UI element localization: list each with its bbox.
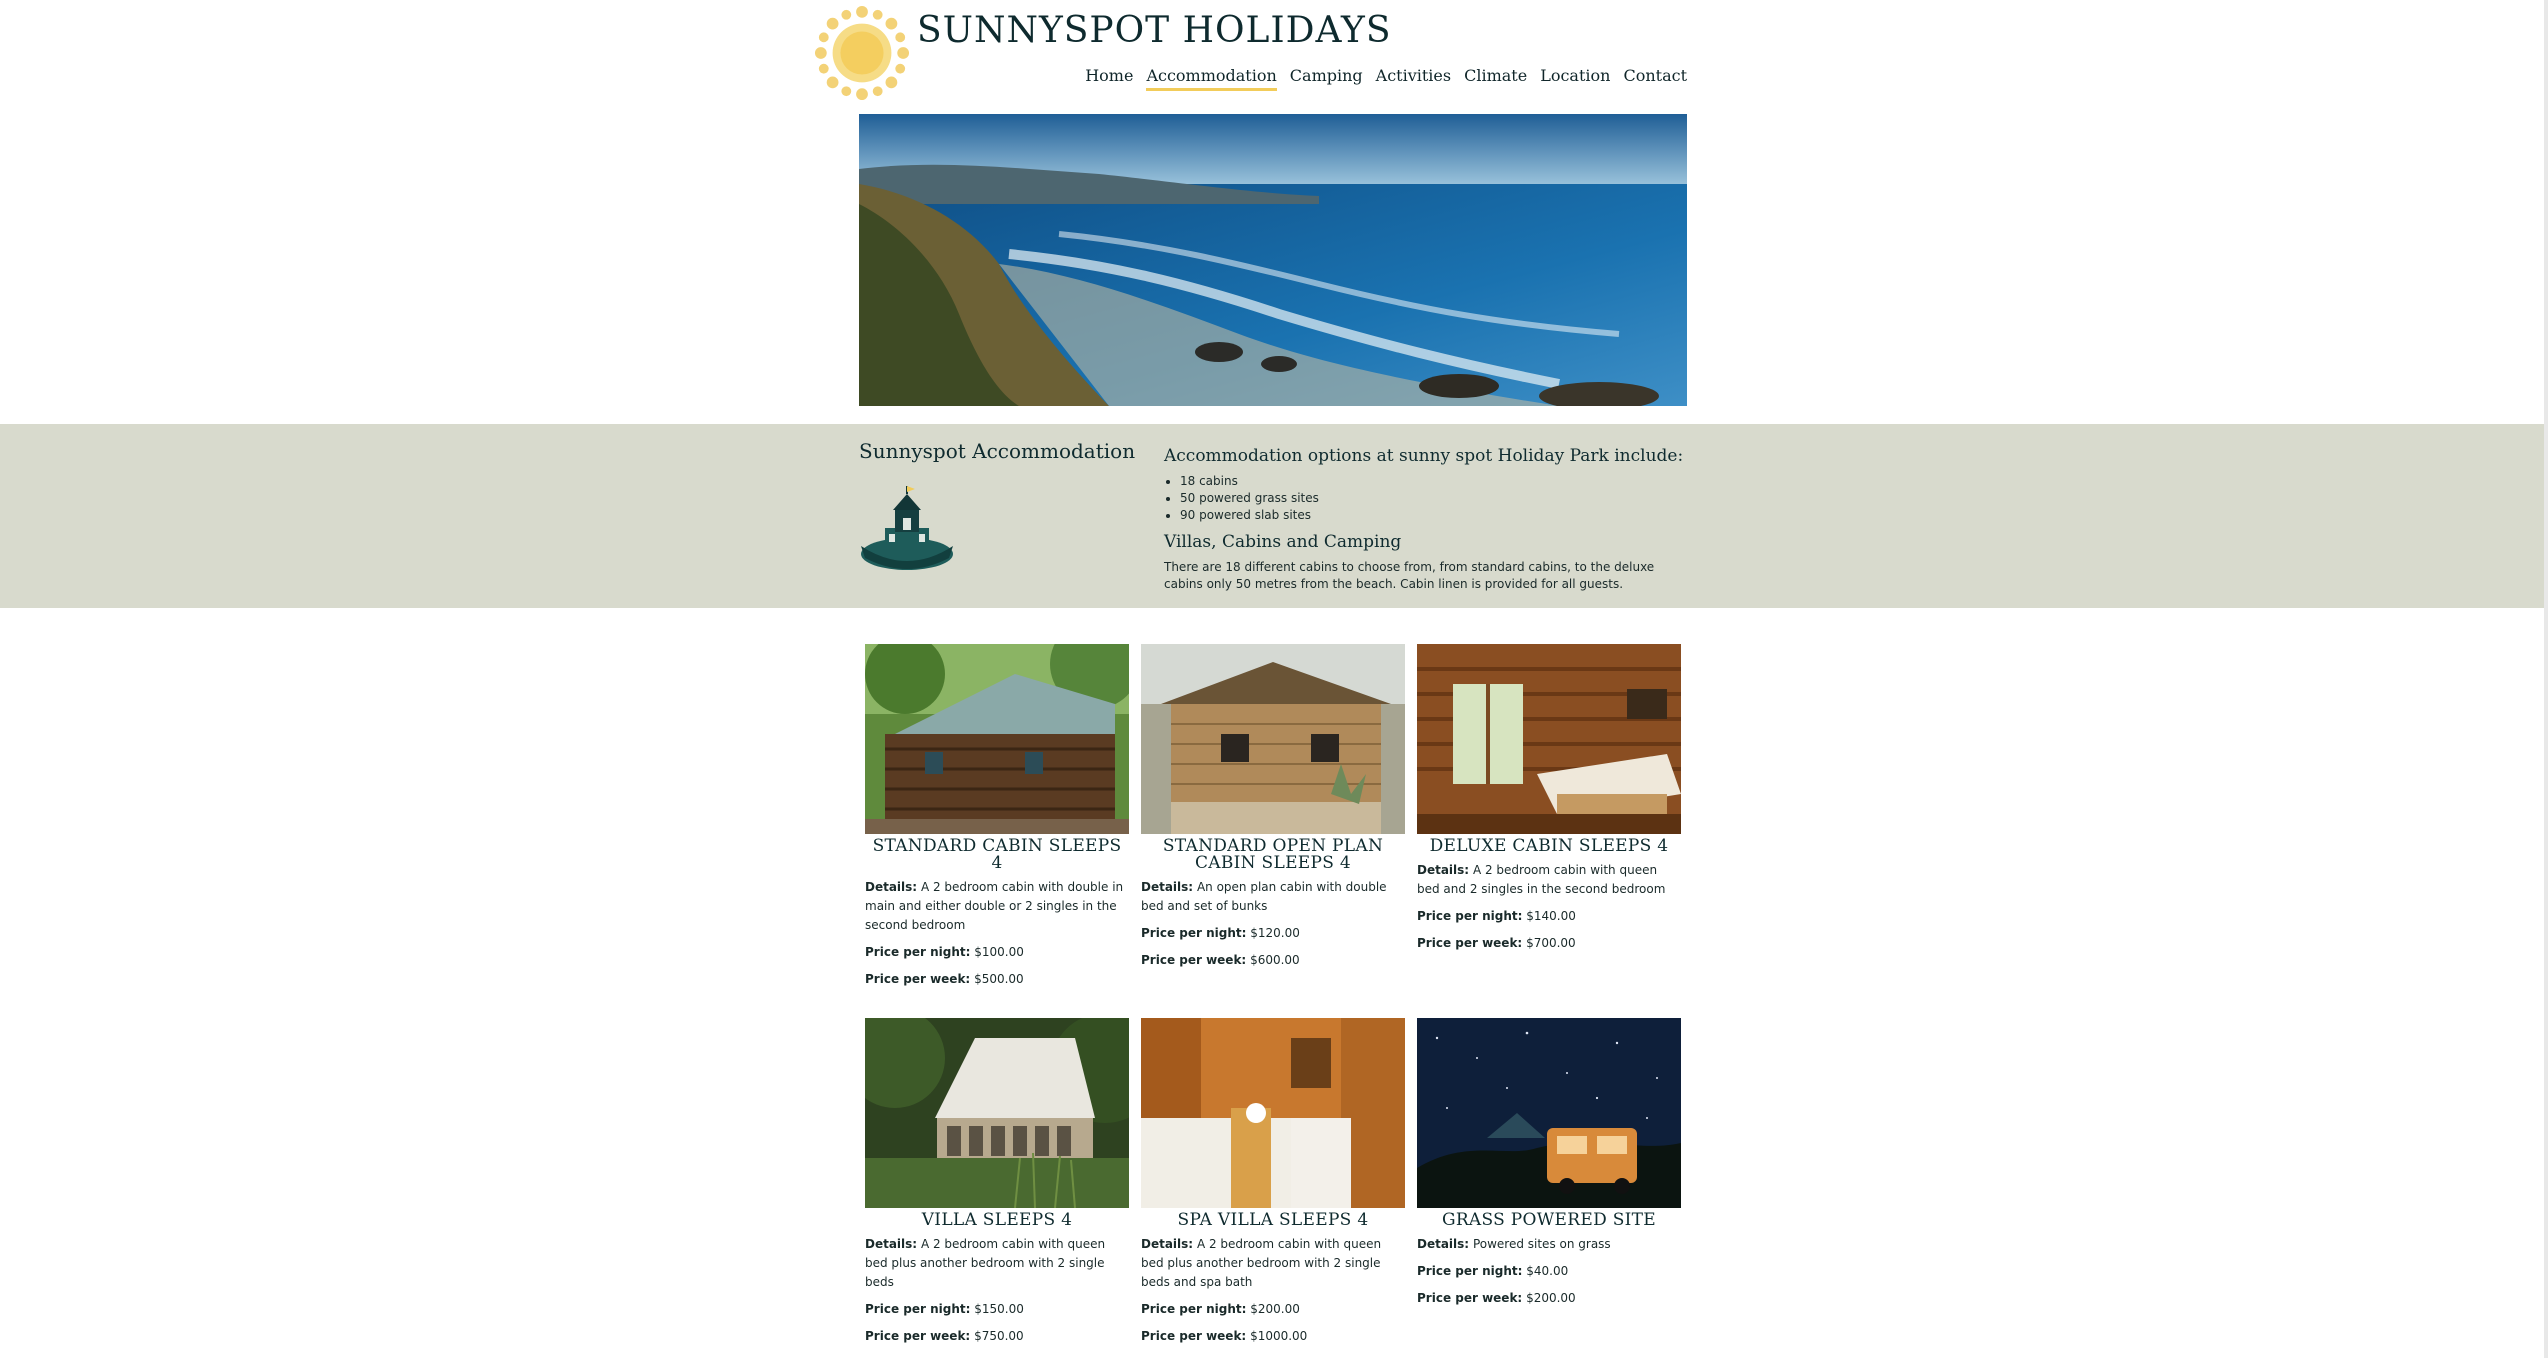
villa-photo[interactable] bbox=[865, 1018, 1129, 1208]
accommodation-card: STANDARD CABIN SLEEPS 4 Details: A 2 bed… bbox=[865, 644, 1129, 997]
options-list-item: 90 powered slab sites bbox=[1180, 507, 1684, 524]
nav-climate[interactable]: Climate bbox=[1464, 66, 1527, 91]
card-price-week: Price per week: $750.00 bbox=[865, 1329, 1024, 1343]
card-details: Details: A 2 bedroom cabin with queen be… bbox=[1141, 1237, 1382, 1289]
spa-villa-photo[interactable] bbox=[1141, 1018, 1405, 1208]
hero-coastline-image bbox=[859, 114, 1687, 406]
card-details: Details: A 2 bedroom cabin with queen be… bbox=[1417, 863, 1666, 896]
open-plan-cabin-photo[interactable] bbox=[1141, 644, 1405, 834]
card-details: Details: A 2 bedroom cabin with double i… bbox=[865, 880, 1124, 932]
options-list: 18 cabins 50 powered grass sites 90 powe… bbox=[1164, 473, 1684, 524]
card-price-night: Price per night: $140.00 bbox=[1417, 909, 1576, 923]
site-title[interactable]: SUNNYSPOT HOLIDAYS bbox=[917, 10, 1392, 51]
card-price-week: Price per week: $600.00 bbox=[1141, 953, 1300, 967]
options-heading: Accommodation options at sunny spot Holi… bbox=[1164, 446, 1684, 466]
accommodation-card: GRASS POWERED SITE Details: Powered site… bbox=[1417, 1018, 1681, 1316]
card-details: Details: Powered sites on grass bbox=[1417, 1237, 1611, 1251]
nav-contact[interactable]: Contact bbox=[1623, 66, 1687, 91]
accommodation-card: SPA VILLA SLEEPS 4 Details: A 2 bedroom … bbox=[1141, 1018, 1405, 1354]
accommodation-card: DELUXE CABIN SLEEPS 4 Details: A 2 bedro… bbox=[1417, 644, 1681, 961]
nav-accommodation[interactable]: Accommodation bbox=[1146, 66, 1277, 91]
card-price-night: Price per night: $200.00 bbox=[1141, 1302, 1300, 1316]
standard-cabin-photo[interactable] bbox=[865, 644, 1129, 834]
card-title: DELUXE CABIN SLEEPS 4 bbox=[1429, 836, 1669, 856]
nav-location[interactable]: Location bbox=[1540, 66, 1610, 91]
grass-powered-site-photo[interactable] bbox=[1417, 1018, 1681, 1208]
deluxe-cabin-photo[interactable] bbox=[1417, 644, 1681, 834]
card-details: Details: A 2 bedroom cabin with queen be… bbox=[865, 1237, 1106, 1289]
accommodation-card: STANDARD OPEN PLAN CABIN SLEEPS 4 Detail… bbox=[1141, 644, 1405, 978]
card-title: GRASS POWERED SITE bbox=[1441, 1210, 1657, 1230]
nav-activities[interactable]: Activities bbox=[1376, 66, 1451, 91]
card-title: STANDARD OPEN PLAN CABIN SLEEPS 4 bbox=[1162, 836, 1384, 873]
options-list-item: 50 powered grass sites bbox=[1180, 490, 1684, 507]
card-title: STANDARD CABIN SLEEPS 4 bbox=[872, 836, 1122, 873]
main-nav: Home Accommodation Camping Activities Cl… bbox=[1085, 66, 1687, 91]
intro-band: Sunnyspot Accommodation Accommodation op… bbox=[0, 424, 2544, 608]
card-price-week: Price per week: $1000.00 bbox=[1141, 1329, 1308, 1343]
intro-title: Sunnyspot Accommodation bbox=[859, 439, 1136, 463]
villas-heading: Villas, Cabins and Camping bbox=[1164, 532, 1402, 552]
sun-logo-icon[interactable] bbox=[813, 4, 911, 102]
card-price-night: Price per night: $150.00 bbox=[865, 1302, 1024, 1316]
card-price-night: Price per night: $40.00 bbox=[1417, 1264, 1569, 1278]
card-price-night: Price per night: $100.00 bbox=[865, 945, 1024, 959]
nav-camping[interactable]: Camping bbox=[1290, 66, 1363, 91]
nav-home[interactable]: Home bbox=[1085, 66, 1133, 91]
card-title: VILLA SLEEPS 4 bbox=[921, 1210, 1073, 1230]
card-price-week: Price per week: $200.00 bbox=[1417, 1291, 1576, 1305]
options-list-item: 18 cabins bbox=[1180, 473, 1684, 490]
card-price-week: Price per week: $700.00 bbox=[1417, 936, 1576, 950]
card-price-night: Price per night: $120.00 bbox=[1141, 926, 1300, 940]
card-details: Details: An open plan cabin with double … bbox=[1141, 880, 1387, 913]
castle-boat-icon bbox=[861, 486, 953, 570]
card-price-week: Price per week: $500.00 bbox=[865, 972, 1024, 986]
page-scrollbar[interactable] bbox=[2544, 0, 2548, 1358]
intro-description: Accommodation options at sunny spot Holi… bbox=[1164, 446, 1684, 593]
villas-text: There are 18 different cabins to choose … bbox=[1164, 560, 1655, 591]
card-title: SPA VILLA SLEEPS 4 bbox=[1177, 1210, 1369, 1230]
accommodation-card: VILLA SLEEPS 4 Details: A 2 bedroom cabi… bbox=[865, 1018, 1129, 1354]
